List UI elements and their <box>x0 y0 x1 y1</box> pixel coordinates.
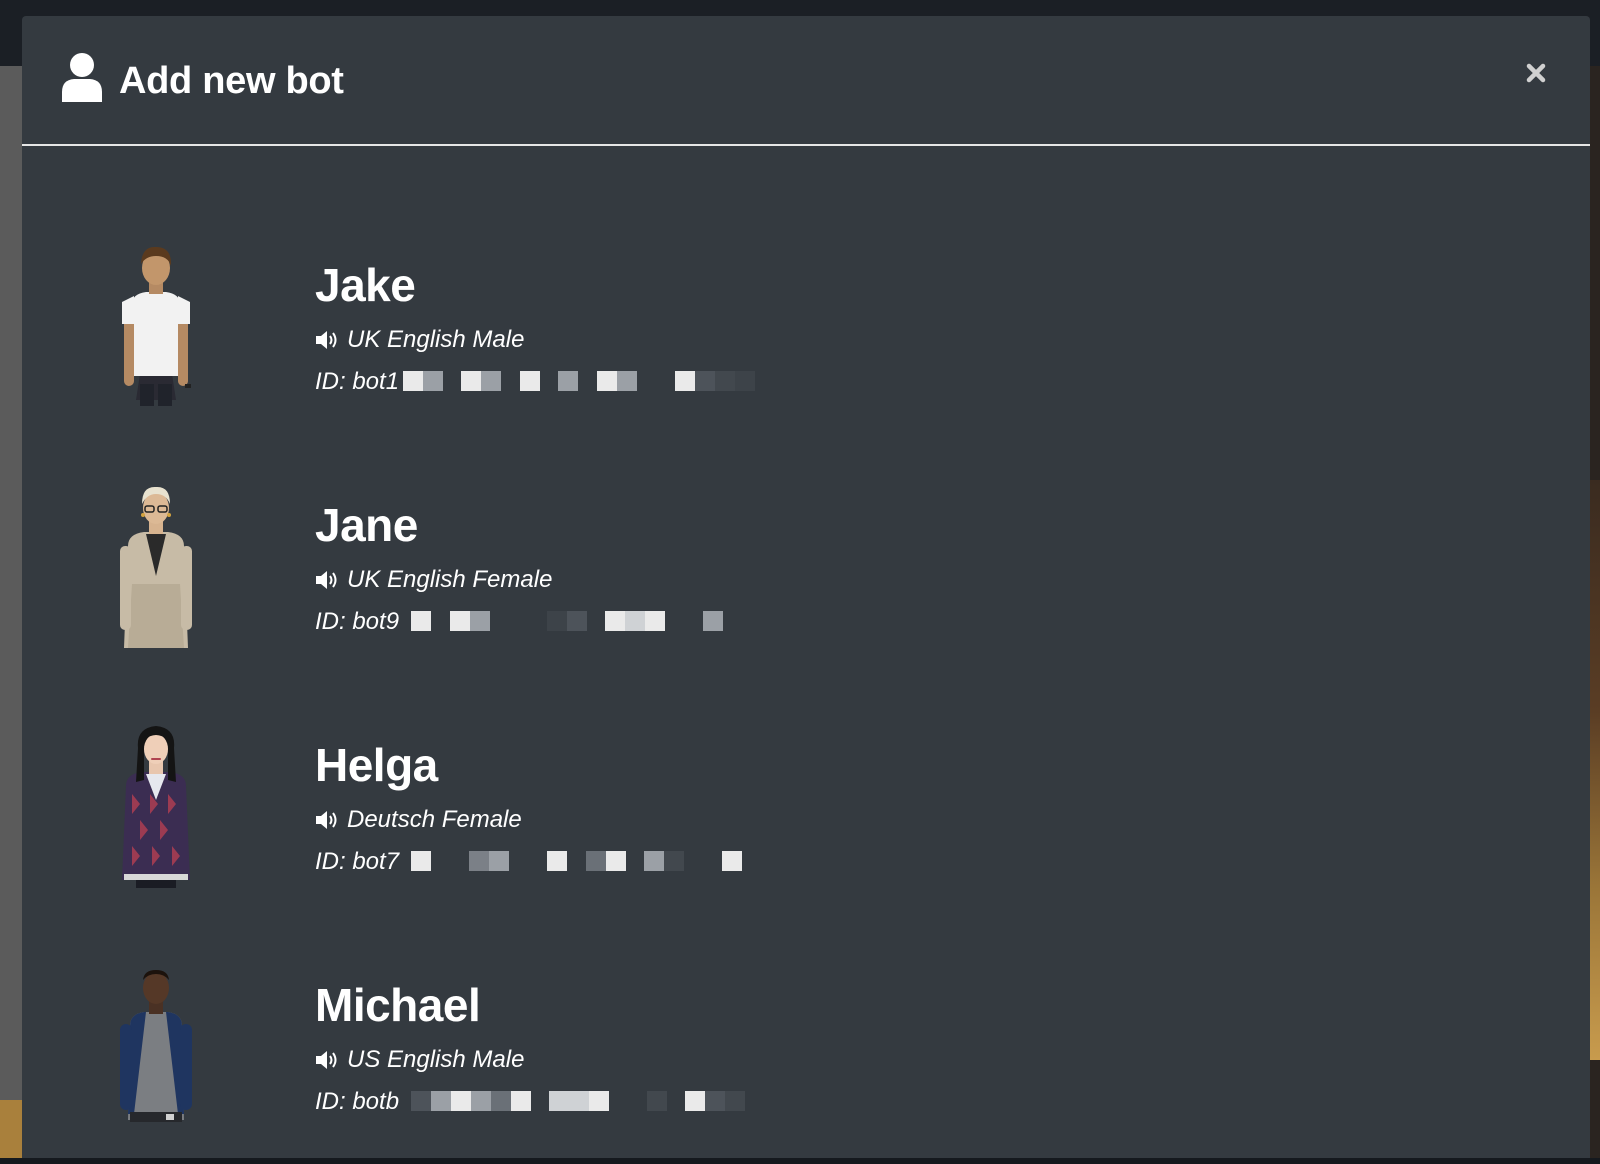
add-bot-modal: Add new bot Jake UK English Male ID: bot… <box>22 16 1590 1158</box>
bot-id-prefix: ID: botb <box>315 1088 400 1115</box>
bot-item-jane[interactable]: Jane UK English Female ID: bot9 <box>22 484 1590 684</box>
bot-id-prefix: ID: bot7 <box>315 848 400 875</box>
close-button[interactable] <box>1519 56 1553 90</box>
speaker-icon <box>316 571 337 589</box>
voice-label: UK English Female <box>347 566 553 593</box>
bot-name: Jane <box>315 499 418 551</box>
voice-label: Deutsch Female <box>347 806 522 833</box>
user-icon <box>62 53 102 102</box>
bot-id-prefix: ID: bot1 <box>315 368 400 395</box>
male-avatar-icon <box>122 246 191 406</box>
speaker-icon <box>316 811 337 829</box>
bot-name: Helga <box>315 739 438 791</box>
modal-header: Add new bot <box>22 16 1590 146</box>
voice-label: US English Male <box>347 1046 525 1073</box>
bot-name: Michael <box>315 979 481 1031</box>
bot-name: Jake <box>315 259 416 311</box>
bot-id-prefix: ID: bot9 <box>315 608 400 635</box>
speaker-icon <box>316 331 337 349</box>
bot-item-jake[interactable]: Jake UK English Male ID: bot1 <box>22 244 1590 444</box>
male-avatar-icon <box>120 970 192 1122</box>
female-avatar-icon <box>120 486 192 648</box>
bot-item-michael[interactable]: Michael US English Male ID: botb <box>22 964 1590 1164</box>
backdrop-right-accent <box>1590 480 1600 1060</box>
voice-label: UK English Male <box>347 326 525 353</box>
speaker-icon <box>316 1051 337 1069</box>
bot-item-helga[interactable]: Helga Deutsch Female ID: bot7 <box>22 724 1590 924</box>
modal-title: Add new bot <box>119 60 344 102</box>
female-avatar-icon <box>122 726 190 888</box>
backdrop-left-accent <box>0 1100 22 1158</box>
close-icon[interactable] <box>1526 63 1546 83</box>
backdrop-left-strip <box>0 66 22 1158</box>
